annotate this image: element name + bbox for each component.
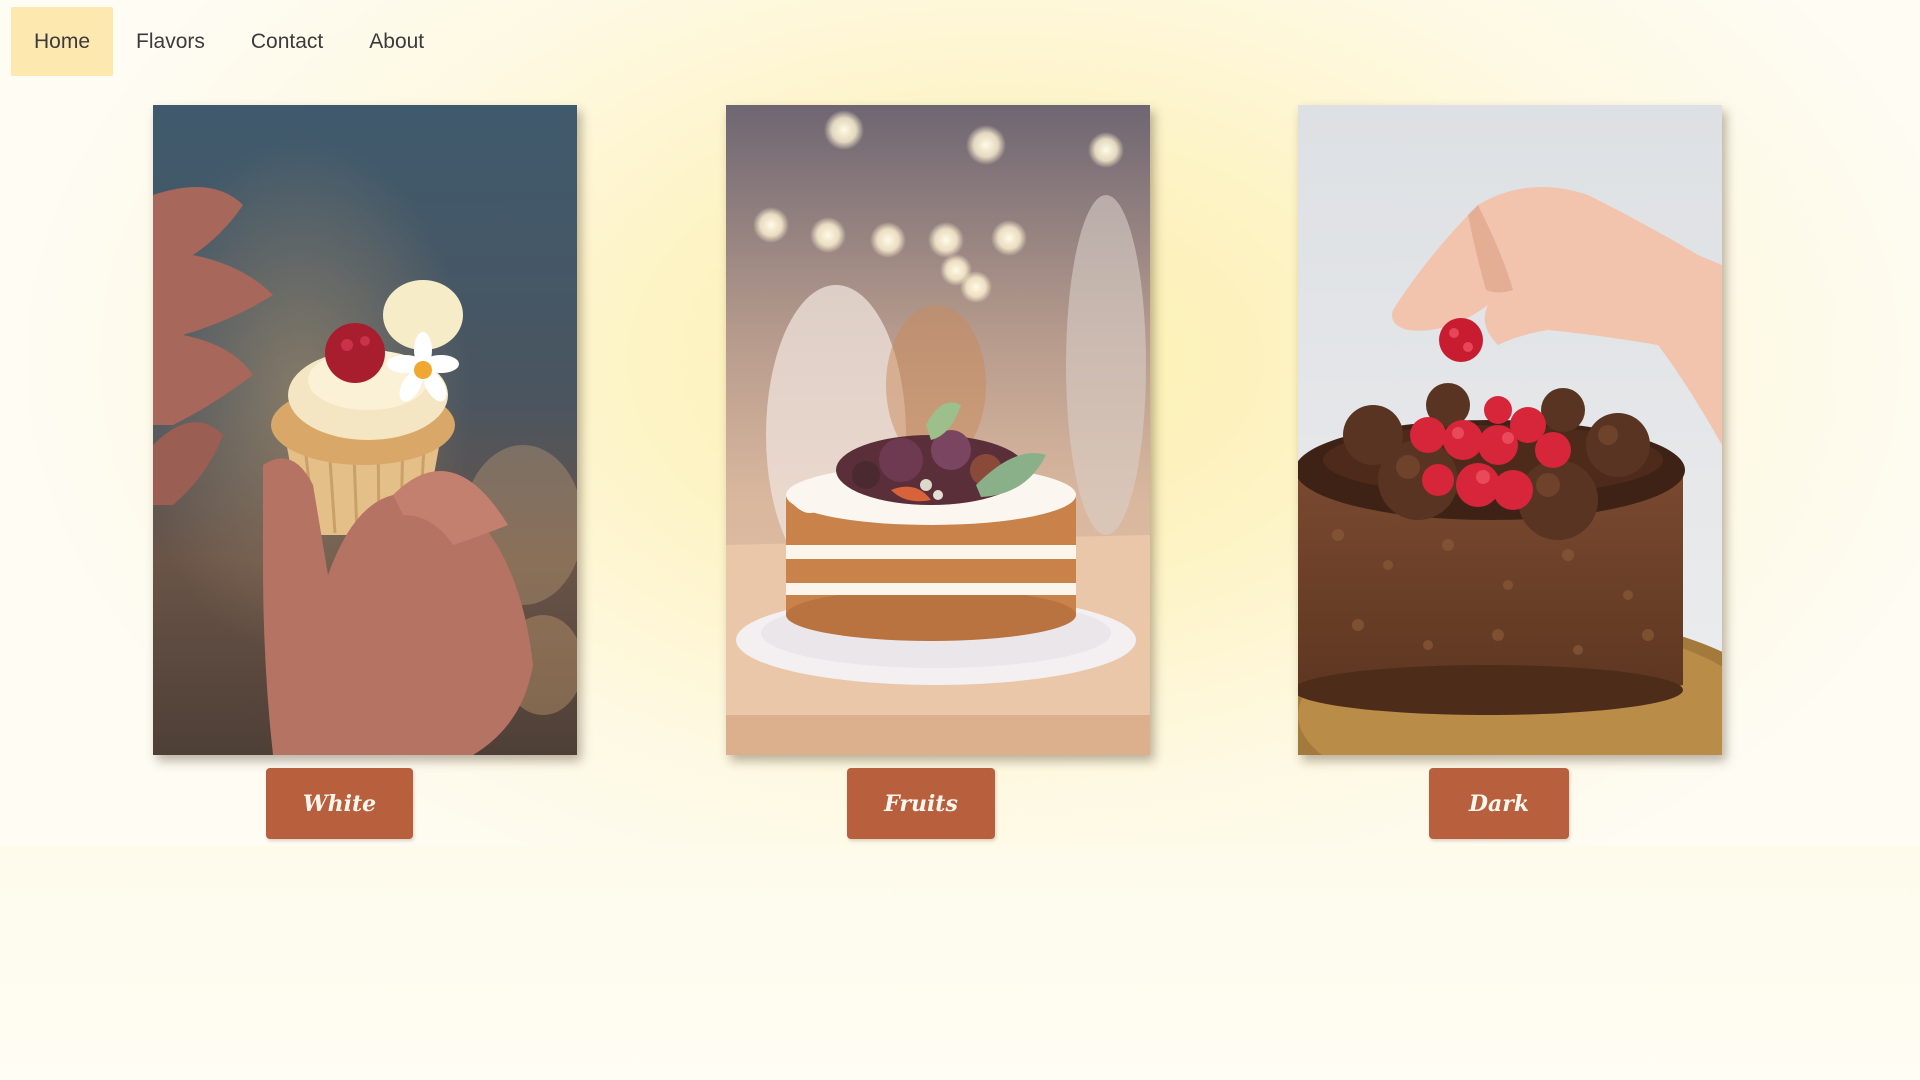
page-lower-area xyxy=(0,846,1920,1080)
nav-flavors[interactable]: Flavors xyxy=(113,7,228,76)
dark-flavor-button[interactable]: Dark xyxy=(1429,768,1569,839)
nav-contact[interactable]: Contact xyxy=(228,7,346,76)
nav-about[interactable]: About xyxy=(346,7,447,76)
cupcake-photo xyxy=(153,105,577,755)
fruits-flavor-button[interactable]: Fruits xyxy=(847,768,995,839)
chocolate-cake-photo xyxy=(1298,105,1722,755)
naked-cake-photo xyxy=(726,105,1150,755)
main-nav: Home Flavors Contact About xyxy=(11,7,447,76)
nav-home[interactable]: Home xyxy=(11,7,114,76)
white-flavor-button[interactable]: White xyxy=(266,768,413,839)
